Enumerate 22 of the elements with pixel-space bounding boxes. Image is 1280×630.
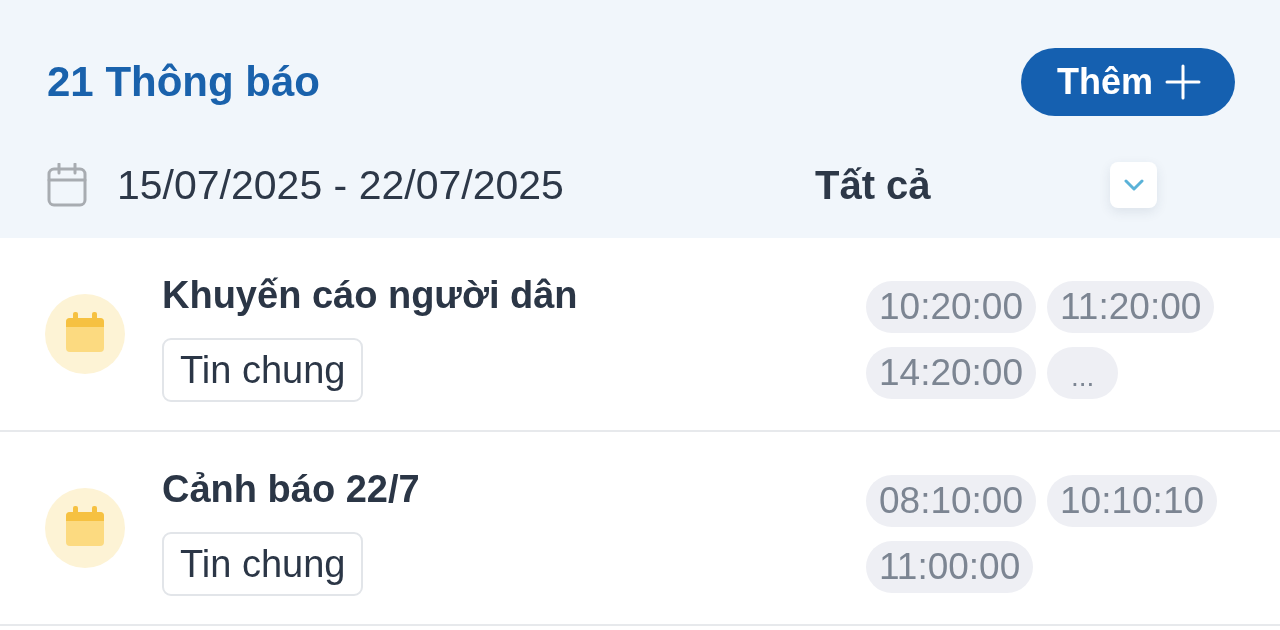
time-chip: 11:00:00 — [866, 541, 1034, 593]
date-range[interactable]: 15/07/2025 - 22/07/2025 — [117, 160, 564, 210]
time-chip: 11:20:00 — [1047, 281, 1215, 333]
dropdown-button[interactable] — [1110, 162, 1157, 208]
plus-icon — [1165, 64, 1201, 100]
category-tag: Tin chung — [162, 532, 364, 596]
category-filter-value[interactable]: Tất cả — [815, 160, 931, 210]
page-title: 21 Thông báo — [47, 57, 320, 107]
add-button[interactable]: Thêm — [1021, 48, 1235, 116]
category-tag: Tin chung — [162, 338, 364, 402]
time-chip: 10:20:00 — [866, 281, 1037, 333]
time-chip: 10:10:10 — [1047, 475, 1218, 527]
notification-item[interactable]: Cảnh báo 22/7 Tin chung 08:10:00 10:10:10 11:00:00 — [0, 432, 1280, 626]
calendar-icon[interactable] — [47, 163, 87, 207]
time-chip: 14:20:00 — [866, 347, 1037, 399]
notification-title: Khuyến cáo người dân — [162, 273, 578, 318]
time-chip: 08:10:00 — [866, 475, 1037, 527]
notification-title: Cảnh báo 22/7 — [162, 467, 420, 512]
notification-item[interactable]: Khuyến cáo người dân Tin chung 10:20:00 11:20:00 14:20:00 ... — [0, 238, 1280, 432]
chevron-down-icon — [1123, 179, 1144, 191]
calendar-icon — [45, 294, 125, 374]
calendar-icon — [45, 488, 125, 568]
